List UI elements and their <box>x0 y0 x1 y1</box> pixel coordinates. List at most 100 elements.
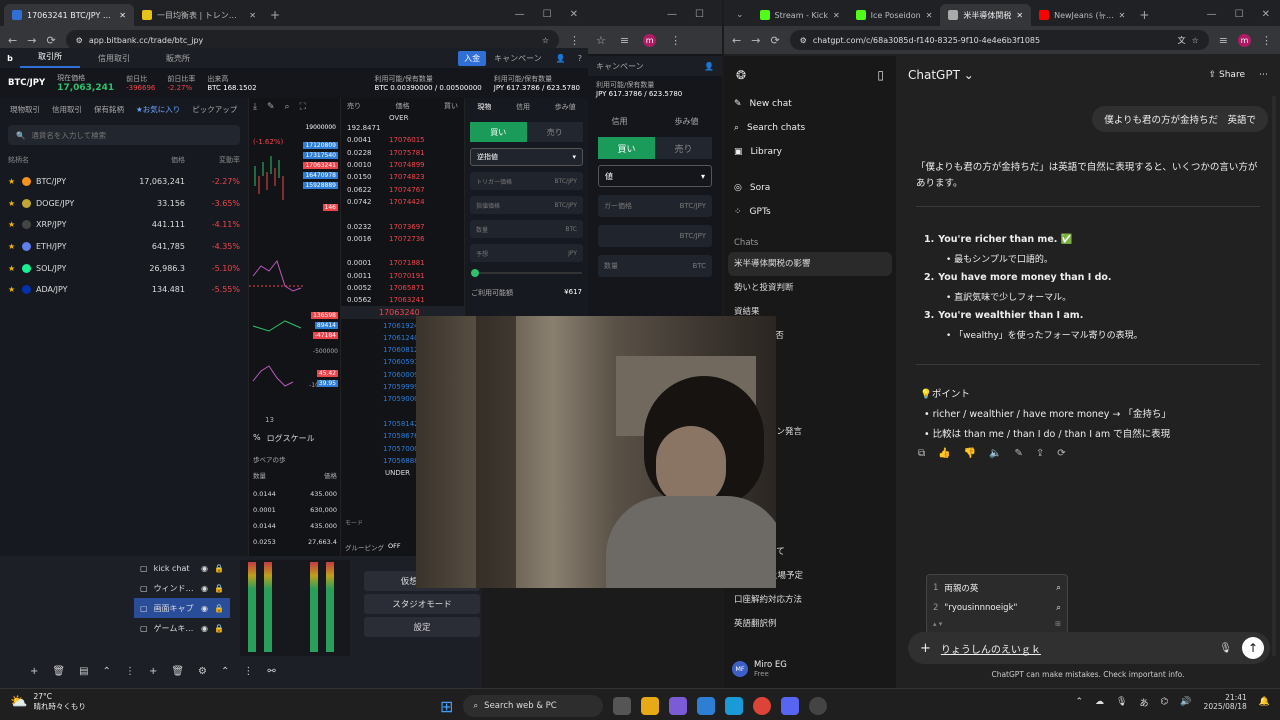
search-icon[interactable]: ⌕ <box>1056 603 1061 613</box>
forward-icon[interactable]: → <box>27 34 36 47</box>
network-icon[interactable]: ⌬ <box>1160 697 1168 707</box>
chat-history-item[interactable]: 口座解約対応方法 <box>724 588 896 612</box>
playlist-icon[interactable]: ≡ <box>620 34 629 47</box>
draw-icon[interactable]: ✎ <box>267 102 275 112</box>
campaign-link[interactable]: キャンペーン <box>596 61 644 72</box>
ime-indicator[interactable]: あ <box>1139 696 1148 709</box>
link-icon[interactable]: ⚯ <box>267 666 275 677</box>
favorite-star-icon[interactable]: ★ <box>8 220 22 229</box>
back-icon[interactable]: ← <box>8 34 17 47</box>
ime-candidate[interactable]: 1 両親の英 ⌕ <box>927 578 1067 598</box>
browser-tab[interactable]: Stream - Kick ✕ <box>752 4 848 26</box>
sidebar-item-library[interactable]: ▣ Library <box>724 140 896 164</box>
ask-row[interactable]: 0.0011 17070191 <box>341 270 464 282</box>
minimize-icon[interactable]: — <box>667 9 677 20</box>
chat-history-item[interactable]: 勢いと投資判断 <box>724 276 896 300</box>
close-icon[interactable]: ✕ <box>249 11 256 20</box>
tab-spot[interactable]: 現物取引 <box>10 104 40 115</box>
address-bar[interactable]: ⚙ app.bitbank.cc/trade/btc_jpy ☆ <box>65 30 559 50</box>
search-icon[interactable]: ⌕ <box>1056 583 1061 593</box>
eye-icon[interactable]: ◉ <box>201 564 208 573</box>
tab-pickup[interactable]: ピックアップ <box>192 104 237 115</box>
browser-tab[interactable]: 米半導体関税 ✕ <box>940 4 1032 26</box>
help-icon[interactable]: ? <box>572 54 588 63</box>
nav-sales[interactable]: 販売所 <box>148 53 208 64</box>
sell-button[interactable]: 売り <box>526 122 583 142</box>
tab-trades[interactable]: 歩み値 <box>555 102 576 112</box>
deposit-button[interactable]: 入金 <box>458 50 487 66</box>
close-icon[interactable]: ✕ <box>1016 11 1023 20</box>
obs-icon[interactable] <box>809 697 828 715</box>
favorite-star-icon[interactable]: ★ <box>8 242 22 251</box>
thumbs-up-icon[interactable]: 👍 <box>938 448 950 459</box>
thumbs-down-icon[interactable]: 👎 <box>964 448 976 459</box>
minimize-icon[interactable]: — <box>1207 9 1217 20</box>
user-icon[interactable]: 👤 <box>550 54 572 63</box>
profile-avatar[interactable]: m <box>1238 33 1251 47</box>
tray-overflow-icon[interactable]: ⌃ <box>1075 697 1083 707</box>
more-icon[interactable]: ⋮ <box>125 666 135 677</box>
order-type-select[interactable]: 逆指値 ▾ <box>470 148 583 166</box>
obs-source-item[interactable]: ▢ kick chat ◉ 🔒 <box>134 558 230 578</box>
send-button[interactable]: ↑ <box>1242 637 1264 659</box>
pair-search-input[interactable]: 🔍 通貨名を入力して検索 <box>8 125 240 145</box>
tab-spot-order[interactable]: 現物 <box>477 102 491 112</box>
notifications-icon[interactable]: 🔔 <box>1259 697 1270 707</box>
add-attachment-icon[interactable]: + <box>920 641 931 656</box>
scrollbar[interactable] <box>1272 96 1276 656</box>
campaign-link[interactable]: キャンペーン <box>486 53 550 64</box>
quantity-input[interactable]: 数量 BTC <box>470 220 583 238</box>
microphone-icon[interactable]: 🎙 <box>1219 643 1232 654</box>
file-explorer-icon[interactable] <box>641 697 660 715</box>
maximize-icon[interactable]: ☐ <box>695 9 704 20</box>
chat-history-item[interactable]: 米半導体関税の影響 <box>728 252 892 276</box>
back-icon[interactable]: ← <box>732 34 741 47</box>
reload-icon[interactable]: ⟳ <box>770 34 779 47</box>
pair-row[interactable]: ★ BTC/JPY 17,063,241 -2.27% <box>0 171 248 193</box>
profile-avatar[interactable]: m <box>643 33 657 47</box>
close-icon[interactable]: ✕ <box>119 11 126 20</box>
pair-row[interactable]: ★ DOGE/JPY 33.156 -3.65% <box>0 193 248 215</box>
ime-candidate[interactable]: 2 "ryousinnnoeigk" ⌕ <box>927 598 1067 618</box>
zoom-icon[interactable]: ⌕ <box>285 102 290 112</box>
nav-margin[interactable]: 信用取引 <box>80 53 148 64</box>
user-account[interactable]: MF Miro EG Free <box>732 660 787 678</box>
sell-button[interactable]: 売り <box>655 137 712 159</box>
nav-exchange[interactable]: 取引所 <box>20 48 80 68</box>
openai-logo-icon[interactable]: ❂ <box>736 68 746 82</box>
buy-button[interactable]: 買い <box>598 137 655 159</box>
ask-row[interactable]: 192.8471 <box>341 122 464 134</box>
edit-canvas-icon[interactable]: ✎ <box>1015 448 1023 459</box>
ask-row[interactable] <box>341 208 464 220</box>
share-button[interactable]: ⇪ Share <box>1209 70 1245 80</box>
task-view-icon[interactable] <box>613 697 632 715</box>
ask-row[interactable]: 0.0041 17076015 <box>341 134 464 146</box>
maximize-icon[interactable]: ☐ <box>543 9 552 20</box>
ask-row[interactable]: 0.0232 17073697 <box>341 220 464 232</box>
filter-icon[interactable]: ▤ <box>79 666 88 677</box>
favorite-star-icon[interactable]: ★ <box>8 177 22 186</box>
sidebar-item-search-chats[interactable]: ⌕ Search chats <box>724 116 896 140</box>
close-icon[interactable]: ✕ <box>926 11 933 20</box>
settings-button[interactable]: 設定 <box>364 617 480 637</box>
ask-row[interactable]: 0.0562 17063241 <box>341 294 464 306</box>
add-icon[interactable]: + <box>30 666 38 677</box>
trash-icon[interactable]: 🗑 <box>52 666 65 677</box>
sidebar-item-sora[interactable]: ◎ Sora <box>724 176 896 200</box>
quantity-input[interactable]: 数量 BTC <box>598 255 712 277</box>
lock-icon[interactable]: 🔒 <box>214 604 224 613</box>
percent-toggle[interactable]: % <box>253 433 261 444</box>
tab-search-icon[interactable]: ⌄ <box>728 10 752 26</box>
trigger-price-input[interactable]: ガー価格 BTC/JPY <box>598 195 712 217</box>
ime-expand-icon[interactable]: ⊞ <box>1055 620 1061 628</box>
eye-icon[interactable]: ◉ <box>201 624 208 633</box>
lock-icon[interactable]: 🔒 <box>214 624 224 633</box>
close-window-icon[interactable]: ✕ <box>1262 9 1270 20</box>
weather-widget[interactable]: ⛅ 27°C 晴れ時々くもり <box>10 692 86 712</box>
more-icon[interactable]: ⋮ <box>243 666 253 677</box>
pair-row[interactable]: ★ ADA/JPY 134.481 -5.55% <box>0 279 248 301</box>
obs-source-item[interactable]: ▢ 画面キャプ ◉ 🔒 <box>134 598 230 618</box>
ask-row[interactable]: 0.0010 17074899 <box>341 159 464 171</box>
reload-icon[interactable]: ⟳ <box>46 34 55 47</box>
read-aloud-icon[interactable]: 🔈 <box>989 448 1001 459</box>
